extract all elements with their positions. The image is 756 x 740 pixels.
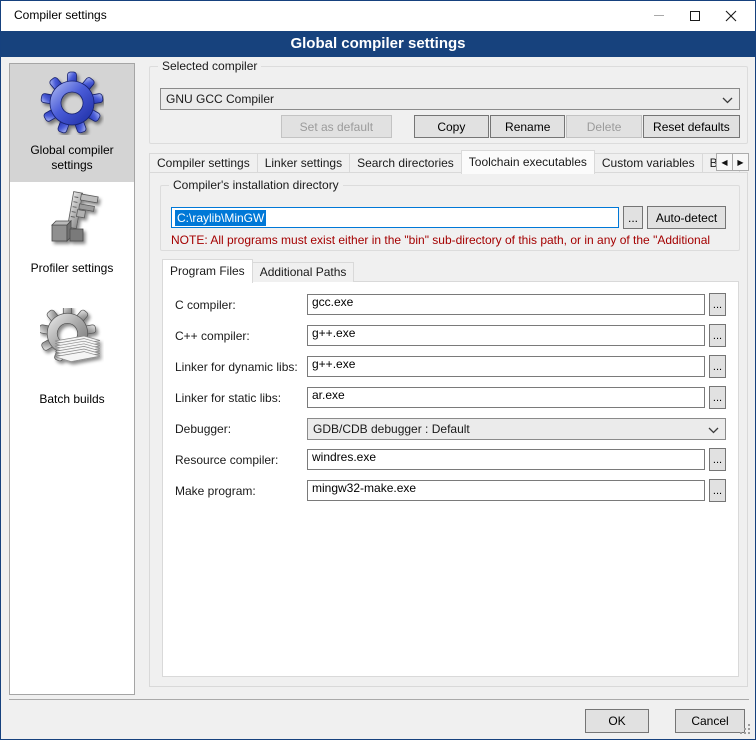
tab-compiler-settings[interactable]: Compiler settings [149,153,258,173]
spacer [392,115,414,138]
browse-directory-button[interactable]: ... [623,206,643,229]
titlebar[interactable]: Compiler settings [1,1,755,31]
settings-tabstrip: Compiler settings Linker settings Search… [149,151,749,173]
form-row-debugger: Debugger: GDB/CDB debugger : Default [163,415,738,446]
form-row-static-linker: Linker for static libs: ar.exe ... [163,384,738,415]
program-files-tabstrip: Program Files Additional Paths [162,260,353,282]
sidebar-item-label: Batch builds [14,392,130,407]
installation-directory-group: Compiler's installation directory C:\ray… [160,185,740,251]
minimize-icon [654,15,664,16]
make-program-browse-button[interactable]: ... [709,479,726,502]
form-row-dynamic-linker: Linker for dynamic libs: g++.exe ... [163,353,738,384]
resource-compiler-browse-button[interactable]: ... [709,448,726,471]
form-row-resource-compiler: Resource compiler: windres.exe ... [163,446,738,477]
reset-defaults-button[interactable]: Reset defaults [643,115,740,138]
selected-compiler-group: Selected compiler GNU GCC Compiler Set a… [149,66,748,144]
program-files-page: C compiler: gcc.exe ... C++ compiler: g+… [162,281,739,677]
copy-button[interactable]: Copy [414,115,489,138]
compiler-select[interactable]: GNU GCC Compiler [160,88,740,110]
minimize-button[interactable] [641,1,677,30]
c-compiler-browse-button[interactable]: ... [709,293,726,316]
compiler-select-value: GNU GCC Compiler [166,92,274,106]
compiler-settings-dialog: Compiler settings Global compiler settin… [0,0,756,740]
tab-scroll-right-button[interactable]: ▶ [732,153,749,171]
tab-additional-paths[interactable]: Additional Paths [252,262,355,282]
tab-scroll-buttons: ◀ ▶ [717,153,749,171]
field-label: Linker for dynamic libs: [175,353,298,381]
form-row-c-compiler: C compiler: gcc.exe ... [163,291,738,322]
dynamic-linker-browse-button[interactable]: ... [709,355,726,378]
window-title: Compiler settings [14,1,107,30]
tab-scroll-left-button[interactable]: ◀ [716,153,733,171]
set-as-default-button[interactable]: Set as default [281,115,392,138]
tab-search-directories[interactable]: Search directories [349,153,462,173]
toolchain-executables-page: Compiler's installation directory C:\ray… [149,172,748,687]
close-button[interactable] [713,1,749,30]
field-label: C compiler: [175,291,236,319]
tab-program-files[interactable]: Program Files [162,259,253,283]
selected-path-text: C:\raylib\MinGW [175,210,266,226]
maximize-icon [690,11,700,21]
sidebar-item-profiler-settings[interactable]: Profiler settings [10,182,134,285]
window-controls [641,1,749,30]
field-label: C++ compiler: [175,322,250,350]
sidebar-item-global-compiler-settings[interactable]: Global compiler settings [10,64,134,182]
footer-separator [9,699,749,700]
dynamic-linker-input[interactable]: g++.exe [307,356,705,377]
toolchain-form: C compiler: gcc.exe ... C++ compiler: g+… [163,282,738,508]
static-linker-input[interactable]: ar.exe [307,387,705,408]
tab-linker-settings[interactable]: Linker settings [257,153,350,173]
field-label: Resource compiler: [175,446,278,474]
debugger-select-value: GDB/CDB debugger : Default [313,422,470,436]
ok-button[interactable]: OK [585,709,649,733]
form-row-make-program: Make program: mingw32-make.exe ... [163,477,738,508]
compiler-buttons-row: Set as default Copy Rename Delete Reset … [160,115,740,138]
resize-grip[interactable] [740,724,752,736]
tab-scroll-left-icon: ◀ [721,158,727,167]
rename-button[interactable]: Rename [490,115,565,138]
compiler-gear-icon [40,71,104,135]
close-icon [725,10,737,22]
delete-button[interactable]: Delete [566,115,641,138]
field-label: Make program: [175,477,256,505]
debugger-select[interactable]: GDB/CDB debugger : Default [307,418,726,440]
tab-scroll-right-icon: ▶ [737,158,743,167]
cpp-compiler-browse-button[interactable]: ... [709,324,726,347]
chevron-down-icon [708,427,719,434]
note-text: NOTE: All programs must exist either in … [171,233,737,247]
installation-directory-input[interactable]: C:\raylib\MinGW [171,207,619,228]
c-compiler-input[interactable]: gcc.exe [307,294,705,315]
auto-detect-button[interactable]: Auto-detect [647,206,726,229]
sidebar-item-label: Profiler settings [14,261,130,276]
dialog-body: Global compiler settings [1,57,756,740]
caliper-icon [40,189,104,253]
cpp-compiler-input[interactable]: g++.exe [307,325,705,346]
form-row-cpp-compiler: C++ compiler: g++.exe ... [163,322,738,353]
tab-custom-variables[interactable]: Custom variables [594,153,703,173]
group-legend: Compiler's installation directory [169,178,343,192]
field-label: Debugger: [175,415,231,443]
tab-toolchain-executables[interactable]: Toolchain executables [461,150,595,174]
resource-compiler-input[interactable]: windres.exe [307,449,705,470]
sidebar-item-label: Global compiler settings [14,143,130,173]
group-legend: Selected compiler [158,59,261,73]
maximize-button[interactable] [677,1,713,30]
page-title: Global compiler settings [1,31,755,57]
batch-builds-icon [40,308,104,372]
settings-category-list: Global compiler settings [9,63,135,695]
field-label: Linker for static libs: [175,384,281,412]
spacer [160,115,281,138]
chevron-down-icon [722,97,733,104]
make-program-input[interactable]: mingw32-make.exe [307,480,705,501]
sidebar-item-batch-builds[interactable]: Batch builds [10,285,134,416]
cancel-button[interactable]: Cancel [675,709,745,733]
static-linker-browse-button[interactable]: ... [709,386,726,409]
